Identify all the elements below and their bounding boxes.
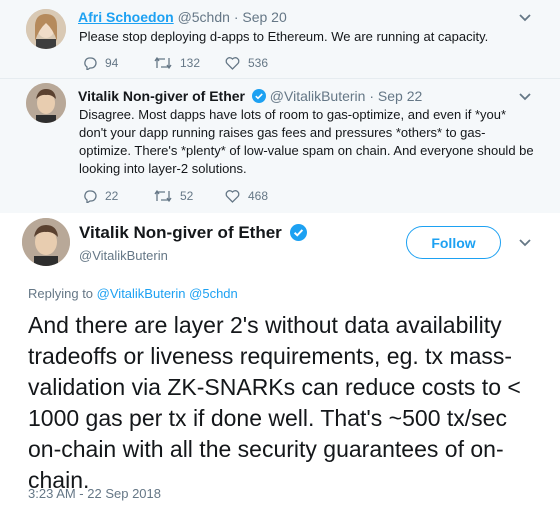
heart-icon [225,190,240,203]
heart-icon [225,57,240,70]
tweet-date[interactable]: · Sep 22 [369,88,422,104]
retweet-button[interactable]: 52 [154,189,193,203]
author-handle[interactable]: @5chdn [178,9,230,25]
verified-badge-icon [251,89,266,103]
parent-tweet-1[interactable]: Afri Schoedon @5chdn · Sep 20 Please sto… [0,0,560,79]
tweet-text: And there are layer 2's without data ava… [28,312,521,493]
retweet-count: 132 [180,56,201,70]
replying-to: Replying to @VitalikButerin @5chdn [28,286,238,301]
reply-button[interactable]: 22 [83,189,118,203]
mention-link[interactable]: @5chdn [189,286,238,301]
verified-badge-icon [289,224,307,241]
tweet-text: Please stop deploying d-apps to Ethereum… [79,29,489,44]
author-name[interactable]: Vitalik Non-giver of Ether [78,88,245,104]
chevron-down-icon[interactable] [518,236,532,250]
reply-count: 22 [105,189,119,203]
like-count: 468 [248,189,269,203]
follow-button[interactable]: Follow [406,226,501,259]
reply-button[interactable]: 94 [83,56,118,70]
mention-link[interactable]: @VitalikButerin [97,286,186,301]
avatar-image [22,218,70,266]
retweet-button[interactable]: 132 [154,56,200,70]
retweet-icon [154,56,172,70]
like-button[interactable]: 536 [225,56,268,70]
tweet-timestamp[interactable]: 3:23 AM - 22 Sep 2018 [28,486,161,501]
reply-count: 94 [105,56,119,70]
author-name[interactable]: Afri Schoedon [78,9,174,25]
chevron-down-icon[interactable] [518,90,532,104]
avatar[interactable] [22,218,70,266]
avatar[interactable] [26,9,66,49]
parent-tweet-2[interactable]: Vitalik Non-giver of Ether @VitalikButer… [0,79,560,213]
reply-icon [84,190,97,203]
tweet-date[interactable]: · Sep 20 [234,9,287,25]
author-name[interactable]: Vitalik Non-giver of Ether [79,223,282,242]
avatar-image [26,9,66,49]
avatar[interactable] [26,83,66,123]
retweet-count: 52 [180,189,194,203]
reply-icon [84,57,97,70]
retweet-icon [154,189,172,203]
like-button[interactable]: 468 [225,189,268,203]
replying-prefix: Replying to [28,286,94,301]
chevron-down-icon[interactable] [518,11,532,25]
author-handle[interactable]: @VitalikButerin [270,88,366,104]
avatar-image [26,83,66,123]
tweet-text: Disagree. Most dapps have lots of room t… [79,107,534,176]
author-handle[interactable]: @VitalikButerin [79,248,168,263]
like-count: 536 [248,56,269,70]
